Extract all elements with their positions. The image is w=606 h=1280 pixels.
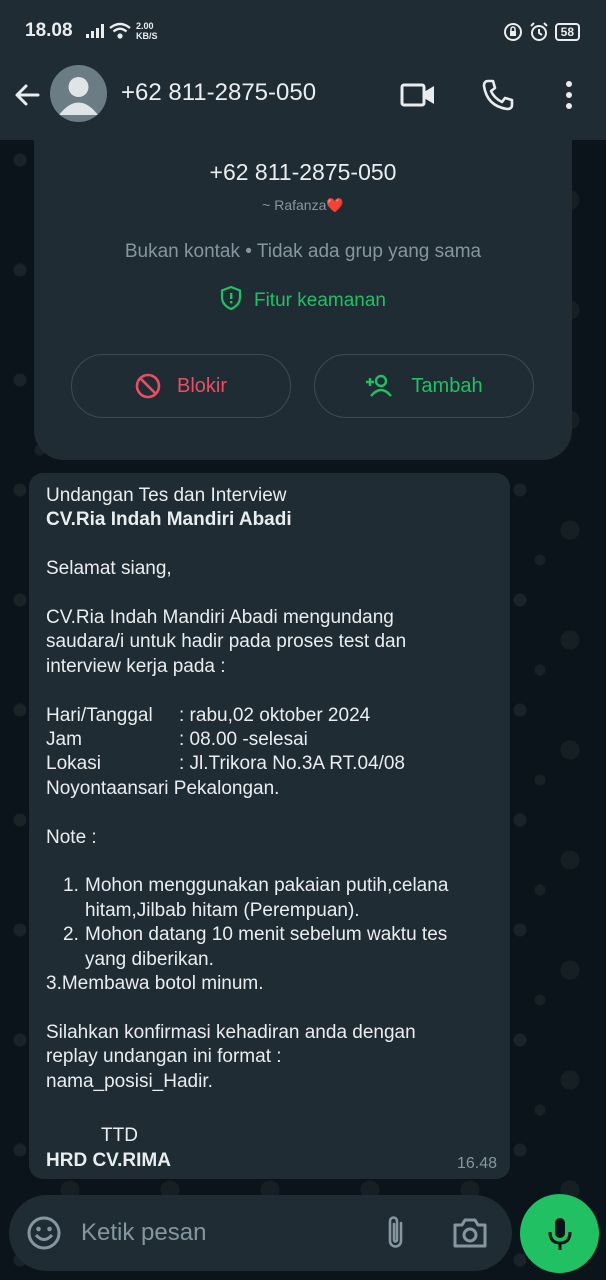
security-features-link[interactable]: Fitur keamanan bbox=[34, 285, 572, 312]
status-time: 18.08 bbox=[25, 20, 73, 41]
message-intro: CV.Ria Indah Mandiri Abadi mengundang bbox=[46, 607, 394, 628]
signal-icon bbox=[86, 24, 104, 38]
note-title: Note : bbox=[46, 826, 97, 848]
closing-text: replay undangan ini format : bbox=[46, 1046, 282, 1068]
orientation-lock-icon bbox=[503, 23, 522, 41]
add-person-icon bbox=[366, 374, 393, 397]
closing-text: Silahkan konfirmasi kehadiran anda denga… bbox=[46, 1021, 416, 1043]
message-input[interactable]: Ketik pesan bbox=[81, 1219, 206, 1247]
alarm-icon bbox=[529, 22, 548, 41]
video-call-icon[interactable] bbox=[400, 80, 436, 110]
note-list: 1. Mohon menggunakan pakaian putih,celan… bbox=[46, 874, 506, 972]
more-options-icon[interactable] bbox=[563, 80, 575, 110]
camera-icon[interactable] bbox=[452, 1217, 488, 1249]
detail-row: Hari/Tanggal: rabu,02 oktober 2024 bbox=[46, 704, 371, 726]
detail-row: Jam: 08.00 -selesai bbox=[46, 729, 308, 751]
network-speed: 2.00 KB/S bbox=[136, 21, 158, 41]
message-greeting: Selamat siang, bbox=[46, 558, 172, 580]
contact-alias: ~ Rafanza❤️ bbox=[262, 197, 344, 213]
add-contact-button[interactable]: Tambah bbox=[314, 354, 534, 418]
note-item: 1. Mohon menggunakan pakaian putih,celan… bbox=[63, 875, 449, 921]
ttd-label: TTD bbox=[101, 1125, 138, 1147]
detail-row: Lokasi: Jl.Trikora No.3A RT.04/08 bbox=[46, 753, 405, 775]
shield-icon bbox=[220, 285, 242, 311]
voice-message-button[interactable] bbox=[520, 1194, 599, 1273]
signature: HRD CV.RIMA bbox=[46, 1149, 171, 1171]
note-item: 2. Mohon datang 10 menit sebelum waktu t… bbox=[63, 924, 448, 970]
contact-number: +62 811-2875-050 bbox=[209, 159, 397, 185]
security-label: Fitur keamanan bbox=[253, 290, 386, 311]
message-input-bar[interactable]: Ketik pesan bbox=[9, 1195, 512, 1271]
message-time: 16.48 bbox=[456, 1155, 497, 1172]
back-arrow-icon[interactable] bbox=[12, 80, 42, 110]
default-avatar-icon bbox=[59, 77, 98, 115]
note-item: 3.Membawa botol minum. bbox=[46, 973, 264, 995]
contact-status: Bukan kontak • Tidak ada grup yang sama bbox=[124, 241, 482, 262]
message-intro: interview kerja pada : bbox=[46, 655, 226, 677]
block-icon bbox=[135, 373, 161, 399]
message-bubble[interactable]: Undangan Tes dan Interview CV.Ria Indah … bbox=[29, 473, 510, 1179]
contact-info-card: +62 811-2875-050 ~ Rafanza❤️ Bukan konta… bbox=[34, 140, 572, 460]
chat-header: +62 811-2875-050 bbox=[0, 64, 606, 140]
block-button[interactable]: Blokir bbox=[71, 354, 291, 418]
emoji-icon[interactable] bbox=[26, 1215, 62, 1251]
status-bar: 18.08 2.00 KB/S 58 bbox=[0, 0, 606, 64]
attach-icon[interactable] bbox=[382, 1214, 410, 1252]
message-title: Undangan Tes dan Interview bbox=[46, 485, 287, 506]
add-label: Tambah bbox=[411, 374, 483, 397]
wifi-icon bbox=[109, 22, 131, 39]
voice-call-icon[interactable] bbox=[481, 78, 515, 112]
message-intro: saudara/i untuk hadir pada proses test d… bbox=[46, 631, 407, 653]
message-text: Undangan Tes dan Interview CV.Ria Indah … bbox=[46, 484, 506, 1173]
block-label: Blokir bbox=[176, 374, 227, 397]
microphone-icon bbox=[548, 1217, 571, 1250]
contact-title[interactable]: +62 811-2875-050 bbox=[121, 79, 316, 107]
message-company: CV.Ria Indah Mandiri Abadi bbox=[46, 509, 292, 531]
closing-text: nama_posisi_Hadir. bbox=[46, 1070, 213, 1092]
location-line: Noyontaansari Pekalongan. bbox=[46, 777, 280, 799]
avatar[interactable] bbox=[50, 65, 107, 122]
battery-level: 58 bbox=[554, 23, 580, 41]
